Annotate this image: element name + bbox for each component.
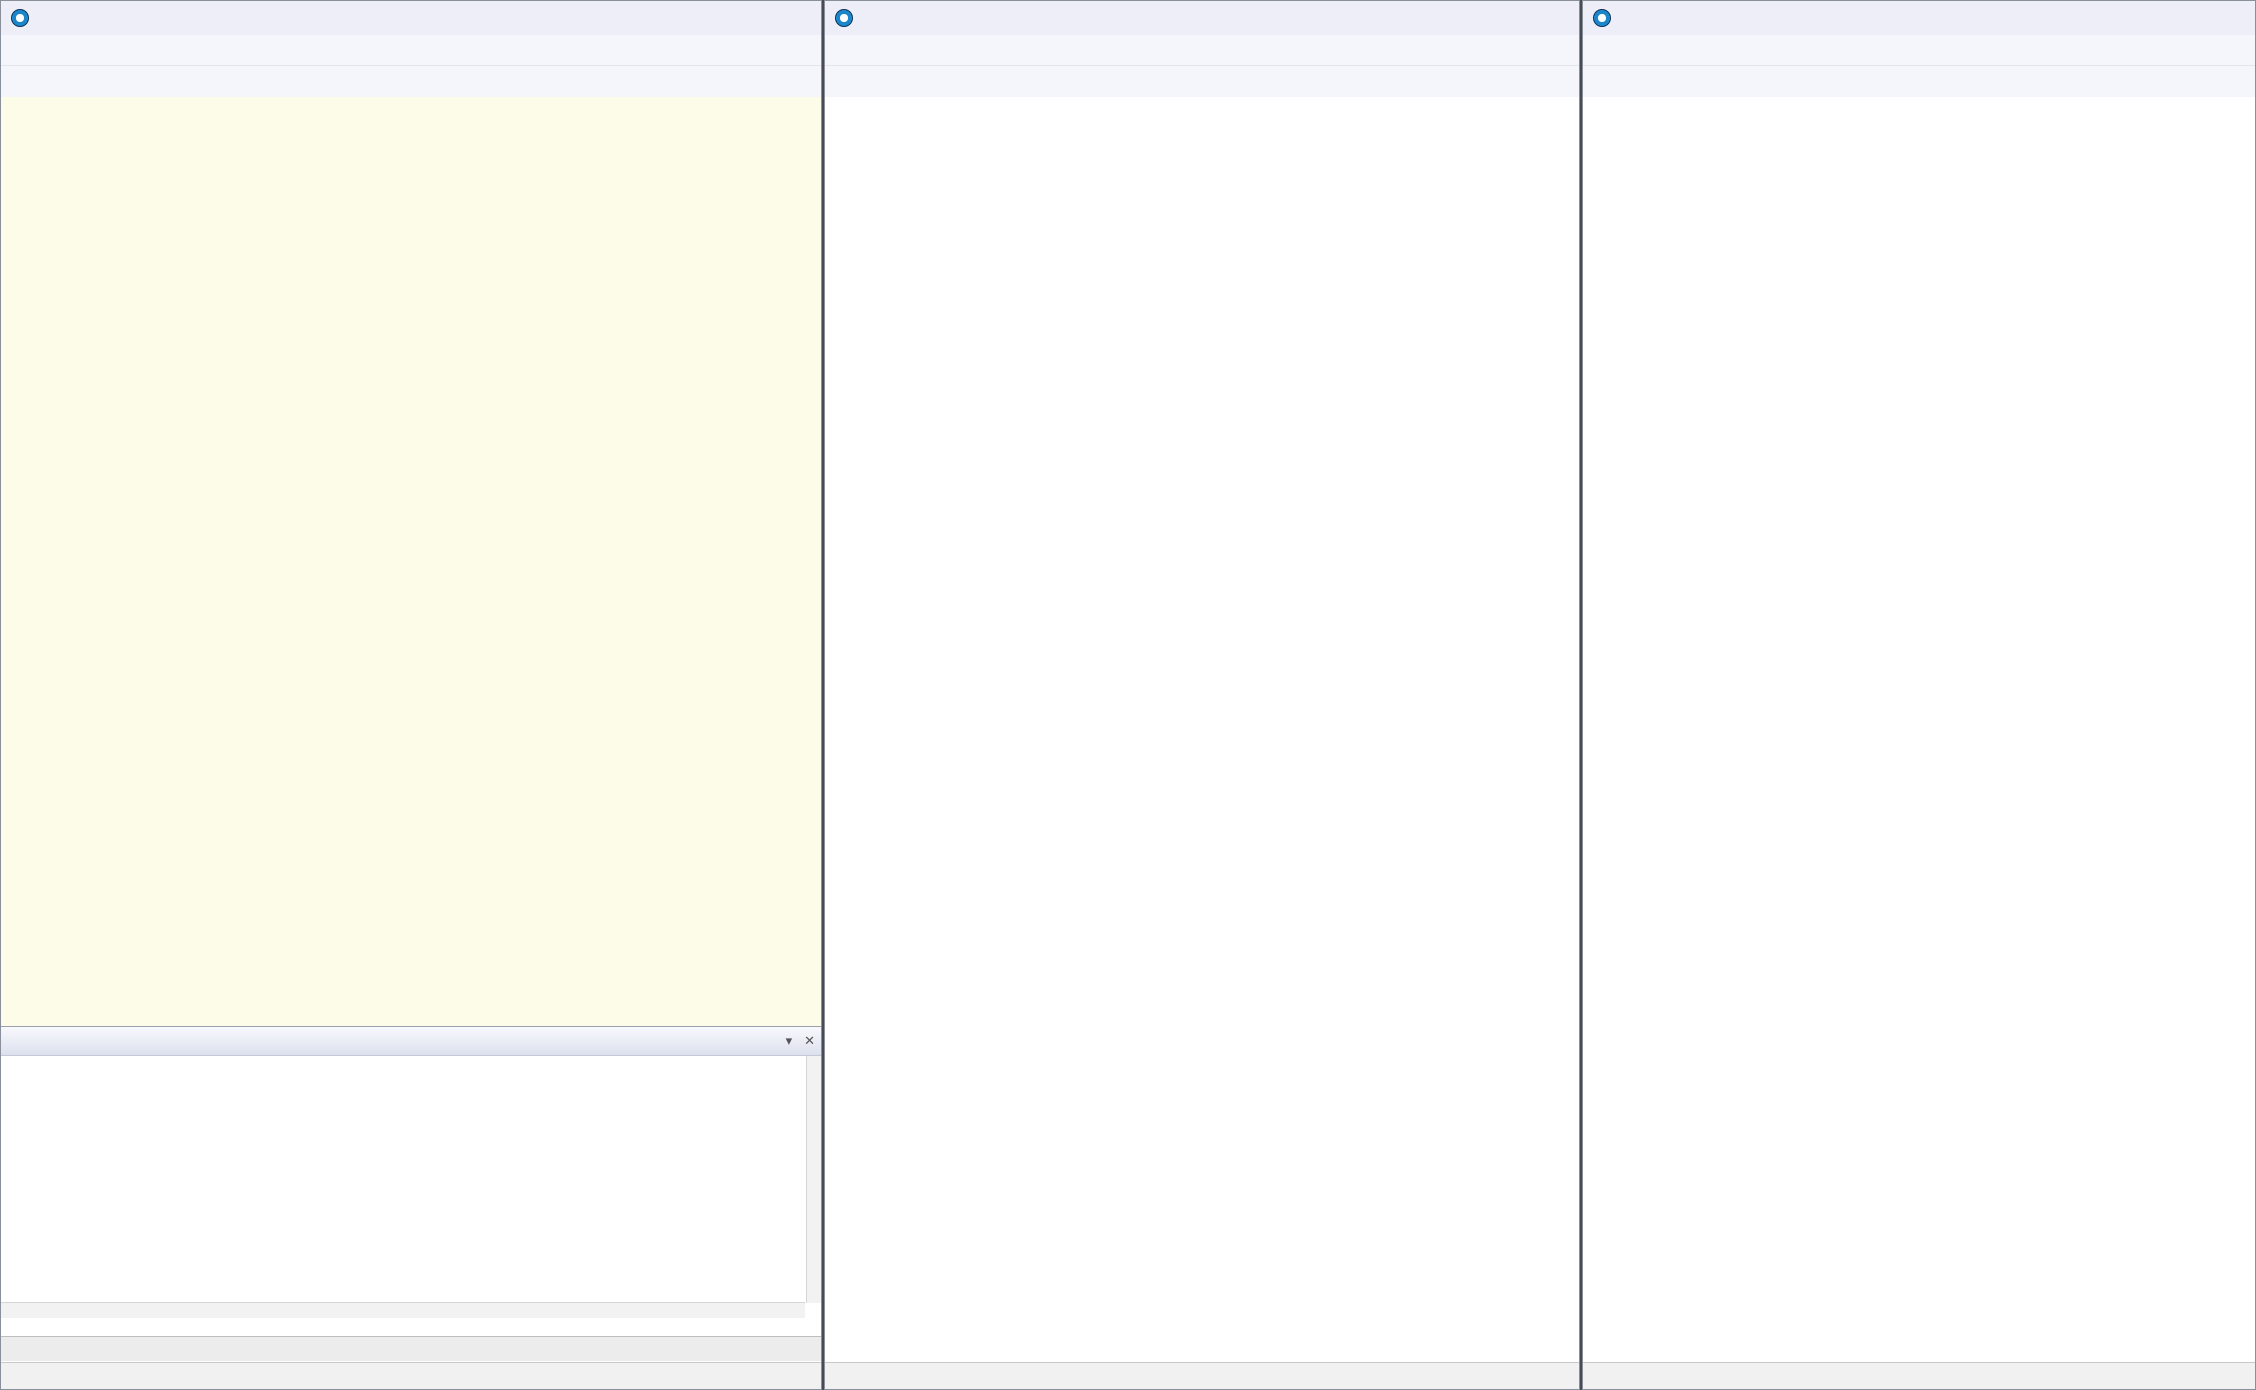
close-icon[interactable]: ✕ [804,1033,815,1049]
status-bar-schematic [1,1362,821,1389]
waveform-plot-area[interactable] [825,97,1579,1362]
window-schematic: ▾ ✕ [0,0,822,1390]
window-waveform [824,0,1580,1390]
menu-bar [825,35,1579,66]
app-icon [835,9,853,27]
toolbar [1583,66,2255,99]
titlebar-waveform[interactable] [825,1,1579,35]
waveform-plots[interactable] [825,97,1579,1362]
toolbar [825,66,1579,99]
fft-plot-area[interactable] [1583,97,2255,1362]
titlebar-fft[interactable] [1583,1,2255,35]
schematic-drawing[interactable] [1,653,822,1026]
output-window: ▾ ✕ [1,1026,822,1340]
fft-plot[interactable] [1583,97,2255,1362]
output-window-header[interactable]: ▾ ✕ [1,1027,822,1056]
output-window-text[interactable] [1,1056,805,1294]
window-fft [1582,0,2256,1390]
app-icon [1593,9,1611,27]
titlebar-schematic[interactable] [1,1,821,35]
chevron-down-icon[interactable]: ▾ [786,1033,793,1049]
status-bar-fft [1583,1362,2255,1389]
app-icon [11,9,29,27]
menu-bar [1583,35,2255,66]
output-horizontal-scrollbar[interactable] [1,1302,805,1318]
schematic-canvas[interactable] [1,97,822,1026]
output-vertical-scrollbar[interactable] [806,1056,822,1303]
toolbar [1,66,821,99]
tab-bar [1,1336,822,1361]
status-bar-waveform [825,1362,1579,1389]
menu-bar [1,35,821,66]
